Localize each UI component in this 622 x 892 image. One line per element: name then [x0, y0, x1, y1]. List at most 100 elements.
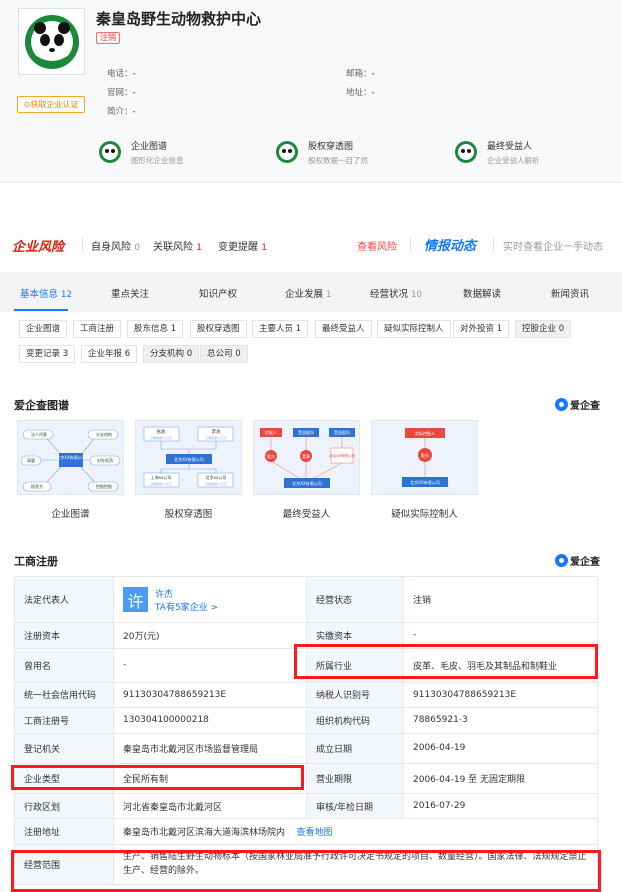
- chip-actual-controller[interactable]: 疑似实际控制人: [377, 320, 451, 338]
- tab-data-analysis[interactable]: 数据解读: [463, 286, 501, 300]
- node-p1-sub: 认缴金额xx万元: [150, 435, 172, 440]
- equity-graph-thumbnail: 张总认缴金额xx万元 李总认缴金额xx万元 北京XX有限公司 上海xx公司认缴金…: [143, 426, 234, 488]
- chip-change-records[interactable]: 变更记录 3: [19, 345, 76, 363]
- change-alert-link[interactable]: 变更提醒 1: [218, 238, 267, 253]
- chip-shareholders[interactable]: 股东信息 1: [127, 320, 184, 338]
- node-a: 控股人: [265, 429, 277, 435]
- related-risk-link[interactable]: 关联风险 1: [153, 238, 202, 253]
- status-value: 注销: [403, 576, 598, 623]
- highlight-type: [11, 765, 304, 790]
- chip-annual-report[interactable]: 企业年报 6: [81, 345, 138, 363]
- chip-enterprise-graph[interactable]: 企业图谱: [19, 320, 68, 338]
- node-n1: 股东: [267, 453, 275, 459]
- atlas-title: 爱企查图谱: [14, 399, 69, 412]
- email-row: 邮箱：-: [346, 69, 375, 79]
- legal-rep-companies-link[interactable]: TA有5家企业 >: [155, 600, 218, 613]
- legal-rep-link[interactable]: 许杰: [155, 587, 218, 600]
- address-row: 地址：-: [346, 88, 375, 98]
- legal-rep-avatar: 许: [123, 587, 148, 612]
- aiqicha-logo: 爱企查: [555, 397, 600, 412]
- node-c: 受益股份: [334, 429, 350, 435]
- node-n3: 北京XX有限公司: [329, 453, 355, 458]
- node-c2: 北京xx公司: [206, 474, 227, 480]
- chip-registration[interactable]: 工商注册: [73, 320, 122, 338]
- node-top: 实际控制人: [415, 430, 435, 436]
- chip-investment[interactable]: 对外投资 1: [453, 320, 510, 338]
- node-mid: 股东: [421, 452, 429, 458]
- node-b: 受益股份: [298, 429, 314, 435]
- atlas-card-enterprise[interactable]: 北京XX有限公司 法人代表 分支机构 高管 对外投资 投资方 控股控股: [17, 420, 124, 495]
- beneficiary-graph-thumbnail: 控股人 受益股份 受益股份 股东 董事 北京XX有限公司 北京XX有限公司: [260, 428, 355, 488]
- table-row: 行政区划 河北省秦皇岛市北戴河区 审核/年检日期 2016-07-29: [14, 792, 598, 820]
- status-badge: 注销: [96, 32, 120, 44]
- chip-branches[interactable]: 分支机构 0: [143, 345, 200, 363]
- divider: [82, 238, 83, 251]
- get-certification-button[interactable]: ⊙ 获取企业认证: [17, 96, 85, 113]
- magnifier-icon: [555, 554, 568, 567]
- table-row: 注册地址 秦皇岛市北戴河区滨海大道海滨林场院内 查看地图: [14, 818, 598, 845]
- atlas-card-controller[interactable]: 实际控制人 股东 北京XX有限公司: [371, 420, 478, 495]
- view-map-link[interactable]: 查看地图: [296, 828, 332, 838]
- panda-icon: [99, 141, 121, 163]
- atlas-label-beneficiary: 最终受益人: [282, 509, 331, 520]
- active-tab-indicator: [14, 309, 68, 311]
- table-row: 登记机关 秦皇岛市北戴河区市场监督管理局 成立日期 2006-04-19: [14, 732, 598, 764]
- tab-operation[interactable]: 经营状况 10: [370, 286, 422, 300]
- node-branch: 分支机构: [96, 431, 112, 437]
- node-bottom: 北京XX有限公司: [292, 480, 321, 486]
- node-p1: 张总: [157, 428, 166, 435]
- website-row: 官网：-: [107, 88, 136, 98]
- phone-row: 电话：-: [107, 69, 136, 79]
- node-invest-out: 对外投资: [97, 457, 113, 463]
- self-risk-link[interactable]: 自身风险 0: [91, 238, 140, 253]
- node-investor: 投资方: [31, 483, 43, 489]
- highlight-industry: [294, 644, 598, 679]
- atlas-label-enterprise: 企业图谱: [51, 509, 90, 520]
- node-exec: 高管: [27, 457, 35, 463]
- company-logo: [18, 8, 85, 75]
- panda-icon: [276, 141, 298, 163]
- aiqicha-logo: 爱企查: [555, 553, 600, 568]
- news-brand[interactable]: 情报动态: [424, 235, 476, 254]
- risk-bar: 企业风险 自身风险 0 关联风险 1 变更提醒 1 查看风险 情报动态 实时查看…: [0, 228, 622, 260]
- risk-brand: 企业风险: [12, 240, 65, 255]
- registration-title: 工商注册: [14, 555, 58, 568]
- atlas-card-beneficiary[interactable]: 控股人 受益股份 受益股份 股东 董事 北京XX有限公司 北京XX有限公司: [253, 420, 360, 495]
- registration-table: 法定代表人 许 许杰 TA有5家企业 > 经营状态 注销 注册资本 20万(元)…: [14, 576, 598, 885]
- tab-ip[interactable]: 知识产权: [199, 286, 237, 300]
- atlas-card-equity[interactable]: 张总 认缴金额xx万元 李总 认缴金额xx万元 北京XX有限公司 上海xx公司 认缴金…: [135, 420, 242, 495]
- table-row: 工商注册号 130304100000218 组织机构代码 78865921-3: [14, 707, 598, 734]
- chip-equity-graph[interactable]: 股权穿透图: [190, 320, 247, 338]
- company-name: 秦皇岛野生动物救护中心: [96, 10, 262, 28]
- panda-icon: [455, 141, 477, 163]
- node-p2-sub: 认缴金额xx万元: [205, 435, 227, 440]
- panda-logo-icon: [24, 14, 79, 69]
- divider: [410, 238, 411, 251]
- highlight-scope: [11, 850, 601, 892]
- node-holding: 控股控股: [96, 483, 112, 489]
- tab-key-focus[interactable]: 重点关注: [111, 286, 149, 300]
- chip-beneficiary[interactable]: 最终受益人: [315, 320, 372, 338]
- node-center: 北京XX有限公司: [56, 454, 85, 460]
- table-row: 统一社会信用代码 91130304788659213E 纳税人识别号 91130…: [14, 681, 598, 709]
- magnifier-icon: [555, 398, 568, 411]
- tab-development[interactable]: 企业发展 1: [285, 286, 331, 300]
- node-bottom: 北京XX有限公司: [410, 479, 439, 485]
- shield-icon: ⊙: [23, 100, 31, 109]
- view-risk-link[interactable]: 查看风险: [357, 238, 397, 253]
- node-p2: 李总: [212, 428, 221, 435]
- tab-basic-info[interactable]: 基本信息 12: [20, 286, 72, 300]
- intro-row: 简介：-: [107, 107, 136, 117]
- table-row: 法定代表人 许 许杰 TA有5家企业 > 经营状态 注销: [14, 576, 598, 623]
- chip-head-office[interactable]: 总公司 0: [200, 345, 248, 363]
- news-description: 实时查看企业一手动态: [503, 242, 603, 253]
- chip-holding[interactable]: 控股企业 0: [515, 320, 572, 338]
- node-rep: 法人代表: [31, 431, 47, 437]
- chip-key-personnel[interactable]: 主要人员 1: [252, 320, 309, 338]
- tab-news[interactable]: 新闻资讯: [551, 286, 589, 300]
- node-c1: 上海xx公司: [151, 474, 172, 480]
- atlas-label-controller: 疑似实际控制人: [391, 509, 458, 520]
- divider: [493, 238, 494, 251]
- node-c2-sub: 认缴金额xx万元: [205, 481, 227, 486]
- company-header: ⊙ 获取企业认证 秦皇岛野生动物救护中心 注销 电话：- 邮箱：- 官网：- 地址…: [0, 0, 622, 183]
